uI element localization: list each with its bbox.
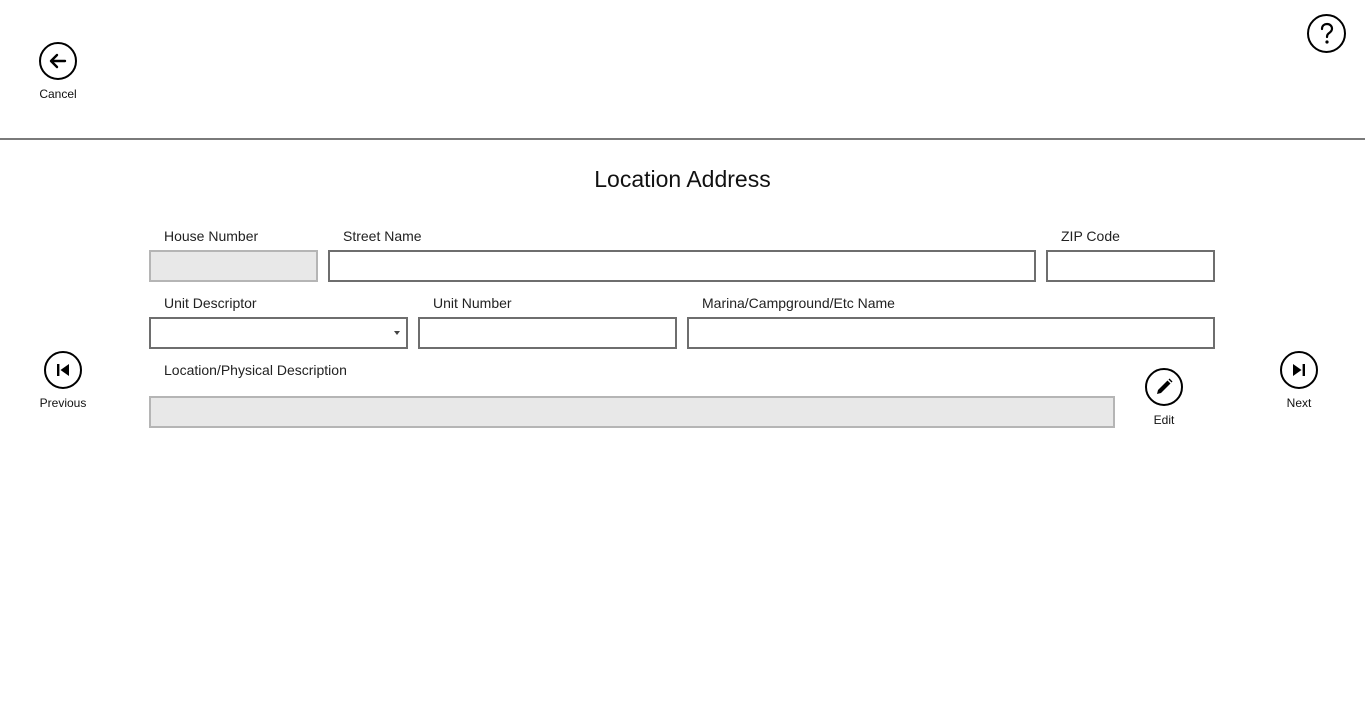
skip-previous-icon (57, 364, 69, 376)
arrow-left-icon (49, 53, 67, 69)
help-button[interactable] (1307, 14, 1346, 53)
chevron-down-icon (394, 331, 400, 335)
street-name-input[interactable] (328, 250, 1036, 282)
zip-code-label: ZIP Code (1061, 228, 1120, 244)
physical-description-field (149, 396, 1115, 428)
cancel-label: Cancel (39, 87, 77, 101)
pencil-icon (1157, 378, 1173, 394)
edit-label: Edit (1153, 413, 1175, 427)
unit-number-label: Unit Number (433, 295, 512, 311)
skip-next-icon (1293, 364, 1305, 376)
marina-name-input[interactable] (687, 317, 1215, 349)
page-title: Location Address (594, 166, 771, 192)
location-address-page: Cancel Location Address House Number Str… (0, 0, 1365, 726)
unit-number-input[interactable] (418, 317, 677, 349)
next-label: Next (1286, 396, 1312, 410)
app-bar (0, 0, 1365, 140)
previous-label: Previous (39, 396, 87, 410)
next-button[interactable] (1280, 351, 1318, 389)
question-mark-icon (1320, 22, 1333, 44)
house-number-field (149, 250, 318, 282)
house-number-label: House Number (164, 228, 259, 244)
previous-button[interactable] (44, 351, 82, 389)
street-name-label: Street Name (343, 228, 422, 244)
physical-description-label: Location/Physical Description (164, 362, 347, 378)
unit-descriptor-label: Unit Descriptor (164, 295, 257, 311)
marina-name-label: Marina/Campground/Etc Name (702, 295, 895, 311)
edit-button[interactable] (1145, 368, 1183, 406)
zip-code-input[interactable] (1046, 250, 1215, 282)
unit-descriptor-select[interactable] (149, 317, 408, 349)
cancel-button[interactable] (39, 42, 77, 80)
